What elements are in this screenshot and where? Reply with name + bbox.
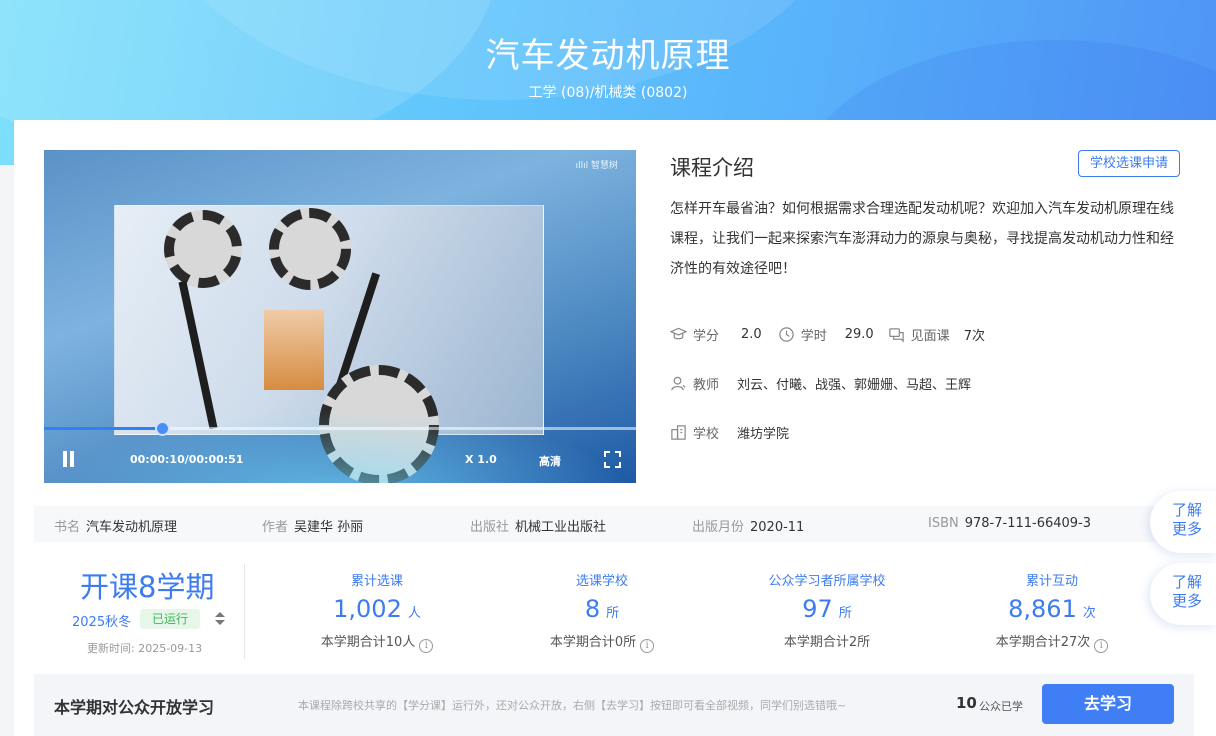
book-publisher: 出版社 机械工业出版社 — [470, 520, 607, 535]
playback-speed-button[interactable]: X 1.0 — [465, 453, 497, 466]
intro-title: 课程介绍 — [670, 156, 754, 180]
teachers-value: 刘云、付曦、战强、郭姗姗、马超、王辉 — [737, 377, 972, 393]
stat-public-schools: 公众学习者所属学校 97 所 本学期合计2所 — [768, 574, 886, 650]
intro-description: 怎样开车最省油？如何根据需求合理选配发动机呢？欢迎加入汽车发动机原理在线课程，让… — [670, 201, 1174, 277]
hours-label: 学时 — [800, 328, 827, 344]
school-label: 学校 — [693, 426, 720, 442]
piston-graphic — [264, 310, 324, 390]
info-icon[interactable]: i — [1094, 639, 1109, 653]
public-title: 本学期对公众开放学习 — [54, 698, 215, 717]
school-value: 潍坊学院 — [737, 426, 790, 442]
engine-gear-graphic — [164, 210, 242, 288]
update-time: 更新时间: 2025-09-13 — [87, 642, 203, 655]
chat-bubble-icon — [888, 327, 904, 343]
status-badge: 已运行 — [140, 609, 200, 629]
credit-label: 学分 — [693, 328, 720, 344]
stat-interactions: 累计互动 8,861 次 本学期合计27次 i — [962, 564, 1142, 653]
video-player[interactable]: ıllıl 智慧树 00:00:10/00:00:51 X 1.0 高清 — [44, 150, 636, 483]
semester-count: 开课8学期 — [80, 570, 215, 604]
user-icon — [671, 376, 686, 390]
course-meta-row: 学分 2.0 学时 29.0 见面课 7次 — [670, 324, 985, 344]
book-isbn: ISBN 978-7-111-66409-3 — [928, 516, 1092, 531]
quality-button[interactable]: 高清 — [539, 453, 561, 469]
go-study-button[interactable]: 去学习 — [1042, 684, 1174, 724]
school-row: 学校 潍坊学院 — [670, 422, 789, 442]
video-progress-fill — [44, 427, 163, 430]
book-author: 作者 吴建华 孙丽 — [262, 520, 364, 535]
info-icon[interactable]: i — [640, 639, 655, 653]
hours-value: 29.0 — [844, 326, 874, 342]
meetings-label: 见面课 — [910, 328, 950, 344]
fullscreen-icon[interactable] — [604, 451, 621, 468]
book-name: 书名 汽车发动机原理 — [54, 520, 178, 535]
engine-gear-graphic — [269, 208, 351, 290]
term-selector[interactable]: 2025秋冬 — [72, 611, 131, 630]
meetings-value: 7次 — [963, 328, 985, 344]
video-time: 00:00:10/00:00:51 — [130, 453, 244, 466]
course-category: 工学 (08)/机械类 (0802) — [528, 85, 688, 101]
credit-value: 2.0 — [741, 326, 762, 342]
public-note: 本课程除跨校共享的【学分课】运行外，还对公众开放，右侧【去学习】按钮即可看全部视… — [298, 699, 847, 712]
learn-more-button[interactable]: 了解更多 — [1150, 491, 1216, 553]
teachers-label: 教师 — [693, 377, 720, 393]
pause-icon[interactable] — [62, 451, 76, 467]
stat-schools: 选课学校 8所 本学期合计0所 i — [512, 564, 692, 653]
video-controls: 00:00:10/00:00:51 X 1.0 高清 — [44, 440, 636, 480]
school-apply-button[interactable]: 学校选课申请 — [1078, 150, 1180, 177]
video-progress-bar[interactable] — [44, 421, 636, 436]
public-learner-label: 公众已学 — [979, 700, 1023, 713]
video-watermark: ıllıl 智慧树 — [575, 161, 618, 171]
book-publish-date: 出版月份 2020-11 — [692, 520, 805, 535]
graduation-cap-icon — [670, 327, 687, 339]
building-icon — [671, 424, 686, 440]
learn-more-button[interactable]: 了解更多 — [1150, 563, 1216, 625]
term-switch-icon[interactable] — [215, 612, 225, 626]
clock-icon — [778, 326, 794, 342]
info-icon[interactable]: i — [419, 639, 434, 653]
textbook-info-bar: 书名 汽车发动机原理 作者 吴建华 孙丽 出版社 机械工业出版社 出版月份 2020-1… — [34, 506, 1188, 542]
course-title: 汽车发动机原理 — [485, 36, 731, 76]
public-learning-bar: 本学期对公众开放学习 本课程除跨校共享的【学分课】运行外，还对公众开放，右侧【去… — [34, 674, 1194, 736]
stat-total-enrollment: 累计选课 1,002 人 本学期合计10人 i — [287, 564, 467, 653]
public-learner-count: 10 — [956, 694, 977, 712]
divider — [244, 564, 245, 659]
teachers-row: 教师 刘云、付曦、战强、郭姗姗、马超、王辉 — [670, 373, 971, 393]
